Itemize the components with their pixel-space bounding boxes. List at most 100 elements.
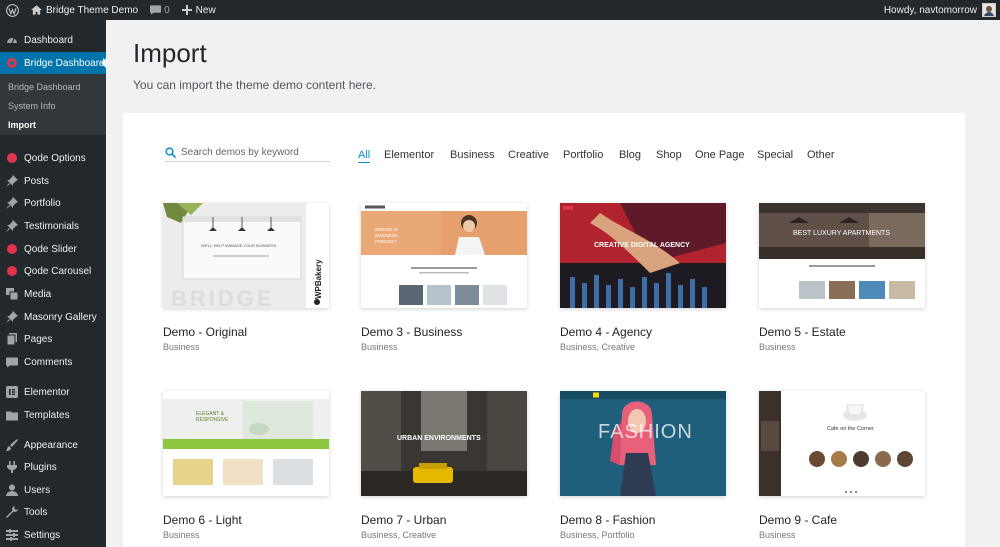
pages-icon [0,333,24,345]
filter-creative[interactable]: Creative [508,149,549,161]
demo-thumbnail: BRIDGE WPBakery WE'LL HELP MANAGE YOUR B… [163,203,329,308]
page-description: You can import the theme demo content he… [133,78,377,92]
sidebar-item-dashboard[interactable]: Dashboard [0,29,106,51]
sidebar-item-portfolio[interactable]: Portfolio [0,192,106,214]
qode-icon [0,153,24,163]
sidebar-item-appearance[interactable]: Appearance [0,434,106,456]
admin-bar: Bridge Theme Demo 0 New Howdy, navtomorr… [0,0,1000,20]
sidebar-item-bridge-dashboard[interactable]: Bridge Dashboard [0,52,107,74]
import-panel: All Elementor Business Creative Portfoli… [123,113,965,547]
search-input[interactable] [181,147,326,158]
comments-link[interactable]: 0 [144,0,176,20]
demo-card-light[interactable]: ELEGANT & RESPONSIVE Demo 6 - Light Busi… [163,391,331,540]
sidebar-item-templates[interactable]: Templates [0,404,106,426]
sidebar-item-posts[interactable]: Posts [0,170,106,192]
comment-icon [150,5,162,15]
sidebar-item-testimonials[interactable]: Testimonials [0,215,106,237]
pin-icon [0,220,24,232]
howdy-text: Howdy, navtomorrow [883,4,977,16]
thumb-headline: Cafe on the Corner [827,426,874,432]
filter-all[interactable]: All [358,149,371,163]
filter-shop[interactable]: Shop [656,149,682,161]
sidebar-item-users[interactable]: Users [0,479,106,501]
sidebar-item-tools[interactable]: Tools [0,501,106,523]
demo-thumbnail: FASHION [560,391,726,496]
demo-categories: Business [759,530,796,540]
sidebar-item-media[interactable]: Media [0,283,106,305]
demo-card-fashion[interactable]: FASHION Demo 8 - Fashion Business, Portf… [560,391,728,540]
search-box [165,144,330,162]
sidebar-item-comments[interactable]: Comments [0,351,106,373]
submenu-import[interactable]: Import [8,120,36,130]
thumb-headline: URBAN ENVIRONMENTS [397,435,481,442]
demo-title: Demo 4 - Agency [560,325,653,339]
site-name-link[interactable]: Bridge Theme Demo [25,0,144,20]
demo-card-business[interactable]: BRIDGE IS BUSINESS FRIENDLY Demo 3 - Bus… [361,203,529,352]
demo-title: Demo 7 - Urban [361,513,447,527]
demo-thumbnail: CREATIVE DIGITAL AGENCY [560,203,726,308]
demo-card-original[interactable]: BRIDGE WPBakery WE'LL HELP MANAGE YOUR B… [163,203,331,352]
demo-title: Demo 8 - Fashion [560,513,656,527]
filter-one-page[interactable]: One Page [695,149,745,161]
sidebar-item-elementor[interactable]: Elementor [0,381,106,403]
demo-card-estate[interactable]: BEST LUXURY APARTMENTS Demo 5 - Estate B… [759,203,927,352]
sidebar-item-pages[interactable]: Pages [0,328,106,350]
demo-title: Demo 6 - Light [163,513,242,527]
demo-categories: Business, Portfolio [560,530,635,540]
home-icon [31,5,42,15]
pin-icon [0,197,24,209]
avatar [982,3,996,17]
wordpress-logo-icon[interactable] [0,0,25,20]
thumb-headline: BRIDGE IS BUSINESS FRIENDLY [375,227,398,244]
submenu-system-info[interactable]: System Info [8,101,56,111]
thumb-headline: FASHION [598,421,693,443]
filter-portfolio[interactable]: Portfolio [563,149,603,161]
demo-title: Demo 3 - Business [361,325,463,339]
dashboard-icon [0,34,24,46]
user-icon [0,484,24,496]
sidebar-item-qode-carousel[interactable]: Qode Carousel [0,260,106,282]
demo-thumbnail: BEST LUXURY APARTMENTS [759,203,925,308]
demo-categories: Business [163,342,200,352]
filter-other[interactable]: Other [807,149,835,161]
sidebar-item-masonry-gallery[interactable]: Masonry Gallery [0,306,106,328]
media-icon [0,288,24,300]
demo-categories: Business [163,530,200,540]
sidebar-item-qode-options[interactable]: Qode Options [0,147,106,169]
filter-elementor[interactable]: Elementor [384,149,434,161]
demo-card-agency[interactable]: CREATIVE DIGITAL AGENCY Demo 4 - Agency … [560,203,728,352]
filter-blog[interactable]: Blog [619,149,641,161]
comment-icon [0,357,24,368]
filter-business[interactable]: Business [450,149,495,161]
demo-categories: Business [361,342,398,352]
pin-icon [0,175,24,187]
new-label: New [195,4,216,16]
site-name: Bridge Theme Demo [46,4,139,16]
demo-thumbnail: BRIDGE IS BUSINESS FRIENDLY [361,203,527,308]
demo-categories: Business, Creative [560,342,636,352]
sidebar-item-qode-slider[interactable]: Qode Slider [0,238,106,260]
my-account-link[interactable]: Howdy, navtomorrow [878,0,1000,20]
search-icon [165,147,179,158]
plug-icon [0,461,24,473]
demo-categories: Business [759,342,796,352]
submenu-bridge-dashboard[interactable]: Bridge Dashboard [8,82,81,92]
demo-card-urban[interactable]: URBAN ENVIRONMENTS Demo 7 - Urban Busine… [361,391,529,540]
qode-icon [0,58,24,68]
sidebar-item-plugins[interactable]: Plugins [0,456,106,478]
settings-icon [0,529,24,541]
demo-thumbnail: ELEGANT & RESPONSIVE [163,391,329,496]
bridge-submenu: Bridge Dashboard System Info Import [0,74,106,135]
thumb-headline: CREATIVE DIGITAL AGENCY [594,242,690,249]
demo-categories: Business, Creative [361,530,437,540]
comments-count: 0 [164,4,170,16]
filter-special[interactable]: Special [757,149,793,161]
sidebar-item-settings[interactable]: Settings [0,524,106,546]
demo-title: Demo - Original [163,325,248,339]
new-content-link[interactable]: New [176,0,222,20]
demo-thumbnail: URBAN ENVIRONMENTS [361,391,527,496]
qode-icon [0,266,24,276]
demo-card-cafe[interactable]: Cafe on the Corner Demo 9 - Cafe Busines… [759,391,927,540]
thumb-headline: ELEGANT & RESPONSIVE [196,411,229,423]
wrench-icon [0,506,24,518]
